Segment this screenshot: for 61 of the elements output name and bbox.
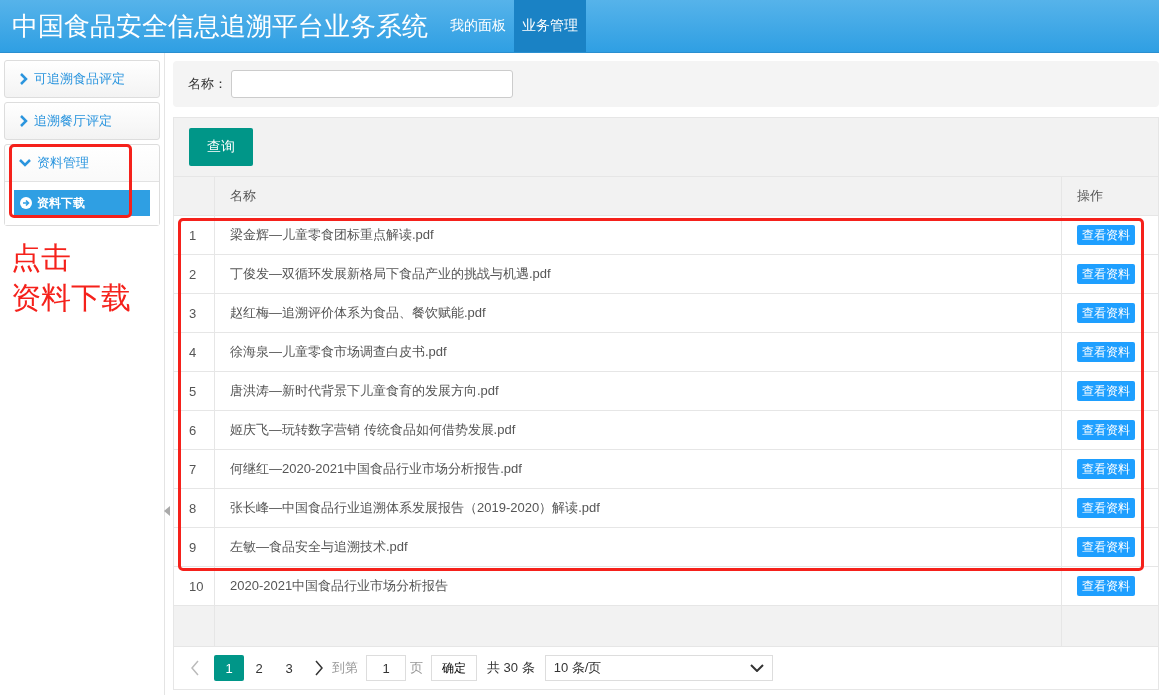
- chevron-down-icon: [19, 158, 31, 168]
- sidebar-item[interactable]: 可追溯食品评定: [5, 61, 159, 97]
- view-button[interactable]: 查看资料: [1077, 303, 1135, 323]
- confirm-button[interactable]: 确定: [431, 655, 477, 681]
- chevron-down-icon: [749, 664, 764, 672]
- query-button[interactable]: 查询: [189, 128, 253, 166]
- view-button[interactable]: 查看资料: [1077, 381, 1135, 401]
- total-count: 共 30 条: [487, 659, 535, 677]
- view-button[interactable]: 查看资料: [1077, 264, 1135, 284]
- goto-label: 到第: [332, 659, 358, 677]
- file-name: 丁俊发—双循环发展新格局下食品产业的挑战与机遇.pdf: [230, 266, 551, 281]
- sidebar-item[interactable]: 追溯餐厅评定: [5, 103, 159, 139]
- nav-tab[interactable]: 我的面板: [442, 0, 514, 52]
- view-button[interactable]: 查看资料: [1077, 459, 1135, 479]
- row-number: 4: [189, 344, 197, 360]
- annotation-text: 资料下载: [11, 280, 132, 316]
- view-button[interactable]: 查看资料: [1077, 498, 1135, 518]
- file-name: 2020-2021中国食品行业市场分析报告: [230, 578, 449, 593]
- page-button[interactable]: 3: [274, 655, 304, 681]
- row-number: 2: [189, 266, 197, 282]
- field-label: 名称：: [188, 75, 227, 93]
- view-button[interactable]: 查看资料: [1077, 537, 1135, 557]
- sidebar-item[interactable]: 资料管理: [5, 145, 159, 181]
- row-number: 3: [189, 305, 197, 321]
- file-name: 唐洪涛—新时代背景下儿童食育的发展方向.pdf: [230, 383, 499, 398]
- chevron-right-icon: [19, 115, 28, 127]
- nav-tab[interactable]: 业务管理: [514, 0, 586, 52]
- page-unit: 页: [410, 659, 423, 677]
- file-name: 姬庆飞—玩转数字营销 传统食品如何借势发展.pdf: [230, 422, 516, 437]
- page-button[interactable]: 2: [244, 655, 274, 681]
- chevron-right-icon: [19, 73, 28, 85]
- sidebar-subitem[interactable]: 资料下载: [14, 190, 150, 216]
- file-name: 何继红—2020-2021中国食品行业市场分析报告.pdf: [230, 461, 522, 476]
- column-header: 操作: [1077, 188, 1103, 203]
- file-name: 梁金辉—儿童零食团标重点解读.pdf: [230, 227, 434, 242]
- collapse-handle-icon[interactable]: [164, 506, 170, 516]
- row-number: 9: [189, 539, 197, 555]
- prev-page-icon[interactable]: [190, 660, 200, 676]
- row-number: 8: [189, 500, 197, 516]
- page-button[interactable]: 1: [214, 655, 244, 681]
- view-button[interactable]: 查看资料: [1077, 342, 1135, 362]
- row-number: 10: [189, 578, 204, 594]
- file-name: 左敏—食品安全与追溯技术.pdf: [230, 539, 408, 554]
- row-number: 1: [189, 227, 197, 243]
- file-name: 张长峰—中国食品行业追溯体系发展报告（2019-2020）解读.pdf: [230, 500, 600, 515]
- name-input[interactable]: [231, 70, 513, 98]
- row-number: 5: [189, 383, 197, 399]
- file-name: 赵红梅—追溯评价体系为食品、餐饮赋能.pdf: [230, 305, 486, 320]
- row-number: 7: [189, 461, 197, 477]
- column-header: 名称: [230, 188, 256, 203]
- row-number: 6: [189, 422, 197, 438]
- view-button[interactable]: 查看资料: [1077, 576, 1135, 596]
- app-title: 中国食品安全信息追溯平台业务系统: [11, 9, 429, 43]
- page-size-select[interactable]: 10 条/页: [544, 655, 773, 681]
- file-name: 徐海泉—儿童零食市场调查白皮书.pdf: [230, 344, 447, 359]
- next-page-icon[interactable]: [314, 660, 324, 676]
- annotation-text: 点击: [11, 240, 72, 276]
- arrow-circle-icon: [20, 197, 32, 209]
- view-button[interactable]: 查看资料: [1077, 420, 1135, 440]
- view-button[interactable]: 查看资料: [1077, 225, 1135, 245]
- page-input[interactable]: 1: [366, 655, 406, 681]
